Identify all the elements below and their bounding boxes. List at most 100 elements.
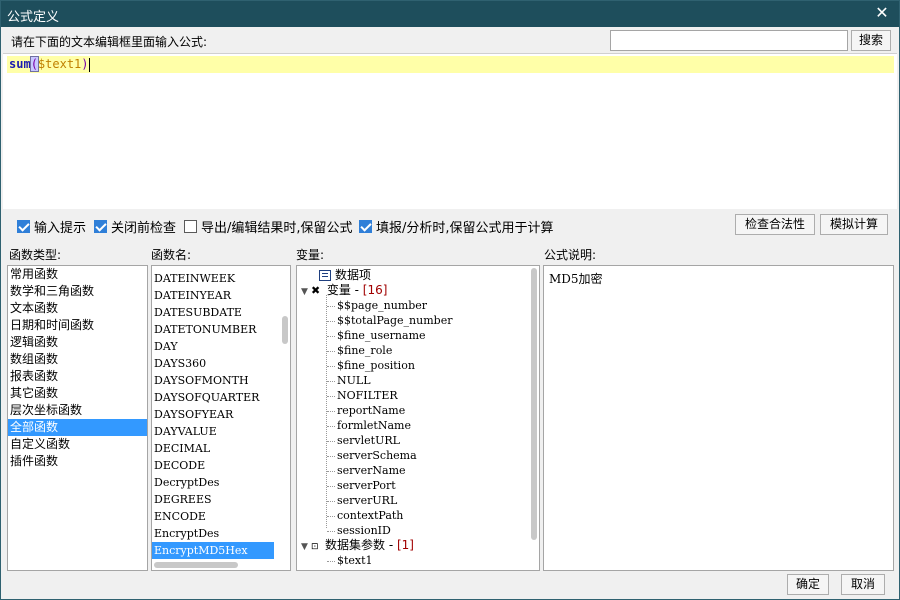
chevron-down-icon[interactable]: ▼: [301, 540, 311, 555]
search-input[interactable]: [610, 30, 848, 51]
formula-open-paren: (: [29, 56, 39, 72]
function-item[interactable]: DAYSOFMONTH: [152, 372, 284, 389]
variable-item[interactable]: formletName: [337, 418, 411, 433]
category-item[interactable]: 文本函数: [8, 300, 147, 317]
function-item[interactable]: DAY: [152, 338, 284, 355]
variable-item[interactable]: $$totalPage_number: [337, 313, 452, 328]
variable-item[interactable]: reportName: [337, 403, 405, 418]
check-validity-button[interactable]: 检查合法性: [735, 214, 815, 235]
variable-item[interactable]: serverSchema: [337, 448, 417, 463]
variable-name: $$totalPage_number: [337, 314, 453, 327]
function-item[interactable]: DAYSOFYEAR: [152, 406, 284, 423]
formula-editor[interactable]: sum($text1): [3, 53, 897, 209]
function-item[interactable]: DATESUBDATE: [152, 304, 284, 321]
tree-connector: [327, 516, 335, 517]
param-name: $text1: [337, 554, 373, 567]
tree-connector: [327, 321, 335, 322]
function-item[interactable]: DAYSOFQUARTER: [152, 389, 284, 406]
tree-node-dataset-params[interactable]: ▼ ⊡ 数据集参数 - [1]: [301, 538, 414, 553]
cancel-button[interactable]: 取消: [841, 574, 885, 595]
variable-name: serverSchema: [337, 449, 417, 462]
function-item[interactable]: EncryptMD5Hex: [152, 542, 274, 559]
function-item[interactable]: DAYS360: [152, 355, 284, 372]
variable-icon: ✖: [311, 284, 321, 297]
checkbox[interactable]: [17, 220, 30, 233]
option-input-hint[interactable]: 输入提示: [17, 217, 86, 236]
tree-root-label: 数据集参数 -: [325, 538, 397, 552]
variable-item[interactable]: $$page_number: [337, 298, 427, 313]
variable-label: 变量:: [296, 248, 325, 262]
function-item[interactable]: DecryptDes: [152, 474, 284, 491]
tree-connector: [327, 351, 335, 352]
checkbox[interactable]: [94, 220, 107, 233]
function-item[interactable]: DECIMAL: [152, 440, 284, 457]
category-item[interactable]: 其它函数: [8, 385, 147, 402]
function-item[interactable]: DAYVALUE: [152, 423, 284, 440]
variable-tree-scrollbar[interactable]: [531, 268, 537, 540]
formula-description: MD5加密: [549, 272, 603, 286]
function-item[interactable]: DATEINWEEK: [152, 270, 284, 287]
category-item[interactable]: 全部函数: [8, 419, 147, 436]
option-keep-formula-export[interactable]: 导出/编辑结果时,保留公式: [184, 217, 353, 236]
variable-item[interactable]: NOFILTER: [337, 388, 398, 403]
category-item[interactable]: 插件函数: [8, 453, 147, 470]
variable-item[interactable]: $fine_position: [337, 358, 415, 373]
close-icon[interactable]: ✕: [873, 3, 891, 22]
editor-prompt: 请在下面的文本编辑框里面输入公式:: [11, 35, 208, 49]
category-item[interactable]: 层次坐标函数: [8, 402, 147, 419]
search-button[interactable]: 搜索: [851, 30, 891, 51]
variable-name: $$page_number: [337, 299, 428, 312]
variable-item[interactable]: NULL: [337, 373, 371, 388]
ok-button[interactable]: 确定: [787, 574, 829, 595]
variable-item[interactable]: serverPort: [337, 478, 396, 493]
dialog-title: 公式定义: [7, 10, 60, 25]
function-list-hscrollbar[interactable]: [154, 562, 238, 568]
function-item[interactable]: DATETONUMBER: [152, 321, 284, 338]
tree-node-data-items[interactable]: 数据项: [319, 268, 371, 283]
title-bar[interactable]: 公式定义 ✕: [1, 1, 899, 27]
chevron-down-icon[interactable]: ▼: [301, 285, 311, 300]
option-check-before-close[interactable]: 关闭前检查: [94, 217, 176, 236]
variable-item[interactable]: contextPath: [337, 508, 403, 523]
category-list[interactable]: 常用函数 数学和三角函数 文本函数 日期和时间函数 逻辑函数 数组函数 报表函数 其它函数 层次…: [7, 265, 148, 571]
category-item[interactable]: 常用函数: [8, 266, 147, 283]
formula-line[interactable]: sum($text1): [7, 56, 894, 73]
category-item[interactable]: 数学和三角函数: [8, 283, 147, 300]
category-item[interactable]: 自定义函数: [8, 436, 147, 453]
category-item[interactable]: 逻辑函数: [8, 334, 147, 351]
variable-name: contextPath: [337, 509, 404, 522]
variable-item[interactable]: serverURL: [337, 493, 397, 508]
tree-connector: [327, 411, 335, 412]
function-item[interactable]: ENCODE: [152, 508, 284, 525]
formula-argument: $text1: [37, 57, 82, 71]
variable-item[interactable]: serverName: [337, 463, 406, 478]
dataset-param-item[interactable]: $text1: [337, 553, 373, 568]
variable-name: $fine_username: [337, 329, 426, 342]
function-item[interactable]: EncryptDes: [152, 525, 284, 542]
function-item[interactable]: DATEINYEAR: [152, 287, 284, 304]
function-list[interactable]: DATEINWEEK DATEINYEAR DATESUBDATE DATETONUM…: [151, 265, 291, 571]
tree-root-label: 数据项: [335, 268, 372, 282]
tree-connector: [327, 561, 335, 562]
simulate-calc-button[interactable]: 模拟计算: [820, 214, 888, 235]
option-keep-formula-fill[interactable]: 填报/分析时,保留公式用于计算: [359, 217, 554, 236]
category-item[interactable]: 报表函数: [8, 368, 147, 385]
category-item[interactable]: 日期和时间函数: [8, 317, 147, 334]
variable-name: servletURL: [337, 434, 400, 447]
function-list-scrollbar[interactable]: [282, 316, 288, 344]
tree-connector: [327, 366, 335, 367]
checkbox[interactable]: [184, 220, 197, 233]
tree-node-variables[interactable]: ▼ ✖ 变量 - [16]: [301, 283, 387, 298]
formula-dialog: 公式定义 ✕ 请在下面的文本编辑框里面输入公式: 搜索 sum($text1) …: [0, 0, 900, 600]
variable-tree[interactable]: 数据项 ▼ ✖ 变量 - [16] $$page_number $$totalPage_…: [296, 265, 540, 571]
checkbox[interactable]: [359, 220, 372, 233]
variable-item[interactable]: $fine_username: [337, 328, 426, 343]
variable-item[interactable]: sessionID: [337, 523, 391, 538]
category-item[interactable]: 数组函数: [8, 351, 147, 368]
table-icon: [319, 270, 331, 281]
function-item[interactable]: DEGREES: [152, 491, 284, 508]
variable-name: serverName: [337, 464, 406, 477]
variable-item[interactable]: $fine_role: [337, 343, 392, 358]
variable-item[interactable]: servletURL: [337, 433, 400, 448]
function-item[interactable]: DECODE: [152, 457, 284, 474]
